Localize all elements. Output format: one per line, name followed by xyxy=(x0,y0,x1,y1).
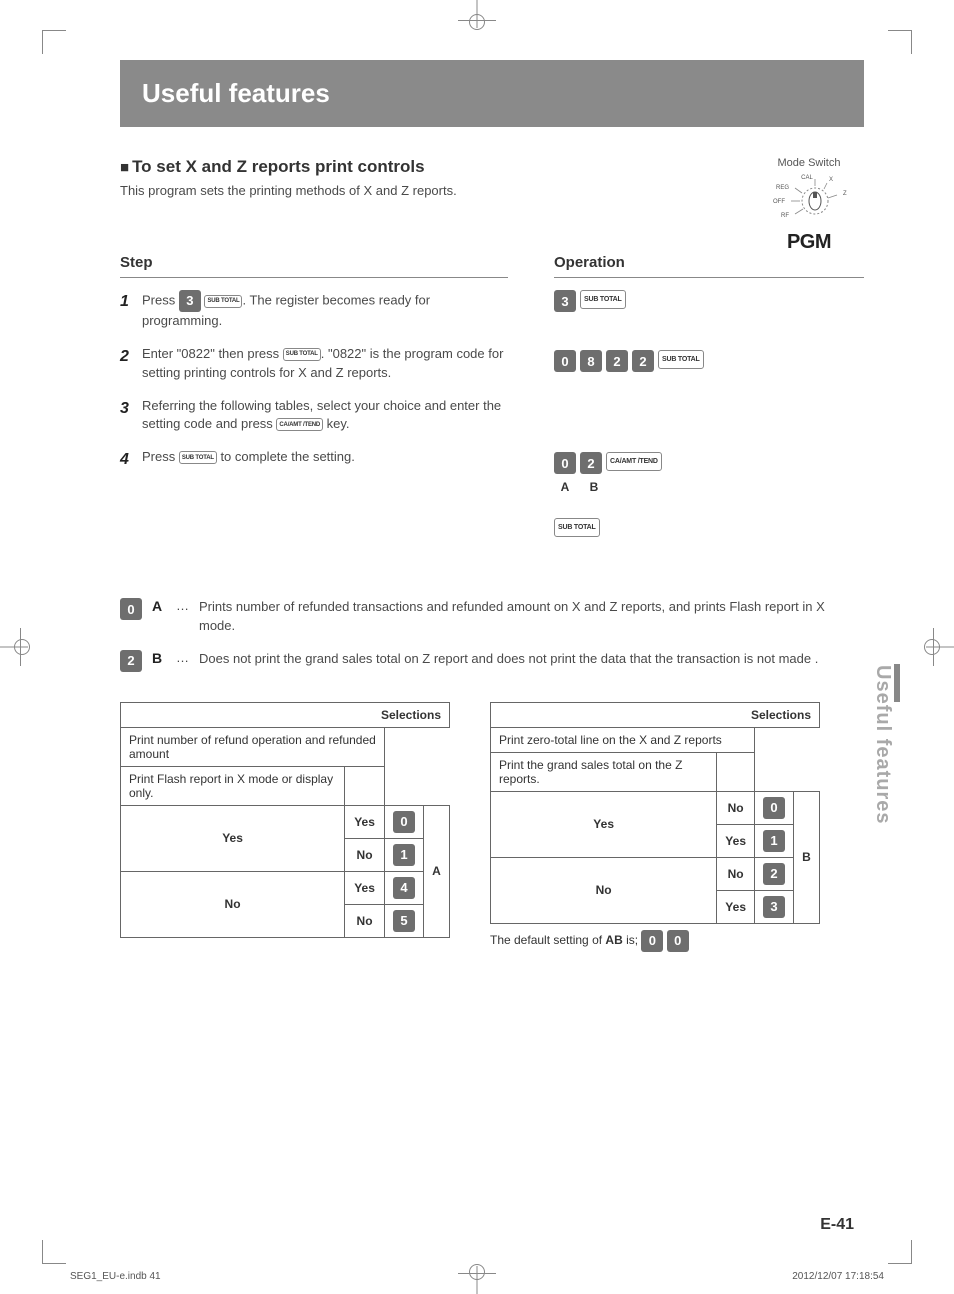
step-number: 4 xyxy=(120,448,142,471)
footer-right: 2012/12/07 17:18:54 xyxy=(792,1271,884,1282)
svg-text:CAL: CAL xyxy=(801,175,813,181)
section-heading: To set X and Z reports print controls xyxy=(120,157,754,177)
svg-text:RF: RF xyxy=(781,213,789,219)
step-header: Step xyxy=(120,254,508,278)
digit-key: 2 xyxy=(632,350,654,372)
digit-key: 0 xyxy=(554,452,576,474)
subtotal-keycap: SUB TOTAL xyxy=(179,451,217,464)
ellipsis-icon: … xyxy=(176,598,189,613)
digit-key: 2 xyxy=(120,650,142,672)
column-label-b: B xyxy=(583,480,605,494)
ellipsis-icon: … xyxy=(176,650,189,665)
def-letter: B xyxy=(152,650,166,666)
column-label-a: A xyxy=(554,480,576,494)
mode-switch-label: Mode Switch xyxy=(754,157,864,169)
svg-text:Z: Z xyxy=(843,191,847,197)
def-text: Does not print the grand sales total on … xyxy=(199,650,864,669)
subtotal-keycap: SUB TOTAL xyxy=(204,295,242,308)
digit-key: 3 xyxy=(179,290,201,312)
page-title: Useful features xyxy=(120,60,864,127)
digit-key: 0 xyxy=(554,350,576,372)
default-note: The default setting of AB is; 0 0 xyxy=(490,930,820,952)
subtotal-keycap: SUB TOTAL xyxy=(658,350,704,369)
digit-key: 2 xyxy=(606,350,628,372)
svg-text:REG: REG xyxy=(776,185,789,191)
subtotal-keycap: SUB TOTAL xyxy=(580,290,626,309)
digit-key: 8 xyxy=(580,350,602,372)
section-desc: This program sets the printing methods o… xyxy=(120,183,754,198)
step-number: 2 xyxy=(120,345,142,383)
side-tab-label: Useful features xyxy=(871,665,894,825)
page-number: E-41 xyxy=(820,1216,854,1234)
def-letter: A xyxy=(152,598,166,614)
svg-text:OFF: OFF xyxy=(773,199,785,205)
mode-switch-diagram: Mode Switch CAL X REG Z OFF RF xyxy=(754,157,864,254)
side-tab-marker xyxy=(894,664,900,702)
ca-amt-tend-keycap: CA/AMT /TEND xyxy=(276,418,323,431)
def-text: Prints number of refunded transactions a… xyxy=(199,598,864,636)
ca-amt-tend-keycap: CA/AMT /TEND xyxy=(606,452,662,471)
mode-switch-current: PGM xyxy=(754,231,864,254)
digit-key: 3 xyxy=(554,290,576,312)
subtotal-keycap: SUB TOTAL xyxy=(283,348,321,361)
selections-table-a: Selections Print number of refund operat… xyxy=(120,702,450,938)
subtotal-keycap: SUB TOTAL xyxy=(554,518,600,537)
digit-key: 2 xyxy=(580,452,602,474)
step-body: Press 3 SUB TOTAL. The register becomes … xyxy=(142,290,508,331)
step-number: 3 xyxy=(120,397,142,435)
step-body: Press SUB TOTAL to complete the setting. xyxy=(142,448,508,471)
svg-text:X: X xyxy=(829,177,833,183)
step-number: 1 xyxy=(120,290,142,331)
footer-left: SEG1_EU-e.indb 41 xyxy=(70,1271,161,1282)
selections-table-b: Selections Print zero-total line on the … xyxy=(490,702,820,924)
step-body: Referring the following tables, select y… xyxy=(142,397,508,435)
operation-header: Operation xyxy=(554,254,864,278)
digit-key: 0 xyxy=(120,598,142,620)
step-body: Enter "0822" then press SUB TOTAL. "0822… xyxy=(142,345,508,383)
